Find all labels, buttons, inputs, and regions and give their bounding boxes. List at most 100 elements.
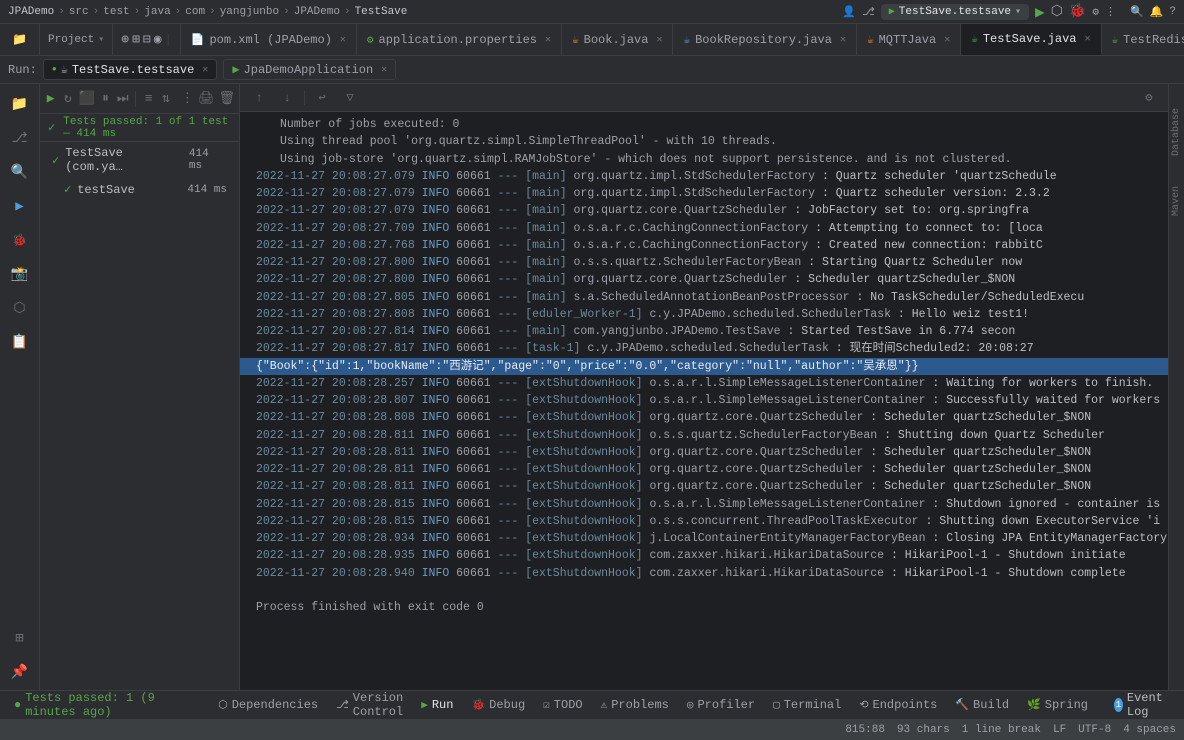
breadcrumb-src[interactable]: src <box>69 6 89 18</box>
sidebar-icon-folder[interactable]: 📁 <box>2 88 38 120</box>
run-with-coverage-icon[interactable]: ⬡ <box>1051 3 1063 20</box>
pause-button[interactable]: ⏸ <box>99 87 112 111</box>
run-app-tab[interactable]: ▶ JpaDemoApplication ✕ <box>223 59 396 80</box>
log-line: 2022-11-27 20:08:27.768 INFO 60661 --- [… <box>240 237 1168 254</box>
stop-button[interactable]: ⬛ <box>79 87 95 111</box>
search-icon[interactable]: 🔍 <box>1130 5 1144 19</box>
help-icon[interactable]: ? <box>1169 6 1176 18</box>
delete-button[interactable]: 🗑 <box>218 87 235 111</box>
breadcrumb-testsave[interactable]: TestSave <box>355 6 408 18</box>
status-position[interactable]: 815:88 <box>845 724 885 736</box>
log-line: 2022-11-27 20:08:28.934 INFO 60661 --- [… <box>240 530 1168 547</box>
log-line: 2022-11-27 20:08:28.811 INFO 60661 --- [… <box>240 478 1168 495</box>
rerun-button[interactable]: ▶ <box>44 87 57 111</box>
tab-book-java[interactable]: ☕ Book.java ✕ <box>562 24 673 55</box>
status-bar: 815:88 93 chars 1 line break LF UTF-8 4 … <box>0 718 1184 740</box>
status-encoding[interactable]: UTF-8 <box>1078 724 1111 736</box>
breadcrumb-com[interactable]: com <box>185 6 205 18</box>
test-item-1[interactable]: ✓ testSave 414 ms <box>40 178 239 201</box>
todo-btn[interactable]: ☑ TODO <box>535 696 590 714</box>
project-tab[interactable]: Project ▾ <box>40 24 113 55</box>
test-item-0[interactable]: ✓ TestSave (com.ya… 414 ms <box>40 142 239 178</box>
tab-testsave-java[interactable]: ☕ TestSave.java ✕ <box>961 24 1101 55</box>
more-icon[interactable]: ⋮ <box>1105 5 1116 19</box>
debug-btn[interactable]: 🐞 Debug <box>463 696 533 714</box>
run-active-tab[interactable]: ● ☕ TestSave.testsave ✕ <box>43 59 218 80</box>
maven-label[interactable]: Maven <box>1171 186 1182 216</box>
run-config-selector[interactable]: ▶ TestSave.testsave ▾ <box>881 4 1029 20</box>
tree-view-button[interactable]: ≡ <box>142 87 155 111</box>
scroll-down-btn[interactable]: ↓ <box>276 87 298 109</box>
event-log-dot: 1 <box>1114 698 1123 712</box>
sidebar-icon-grid[interactable]: ⊞ <box>2 622 38 654</box>
sort-button[interactable]: ⇅ <box>159 87 172 111</box>
run-btn[interactable]: ▶ Run <box>413 696 461 714</box>
toolbar-icon-4[interactable]: ◉ <box>154 32 162 47</box>
toolbar-icon-3[interactable]: ⊟ <box>143 32 151 47</box>
notification-icon[interactable]: 🔔 <box>1150 5 1164 19</box>
log-line <box>240 582 1168 599</box>
status-spaces[interactable]: 4 spaces <box>1123 724 1176 736</box>
tab-mqtt-java[interactable]: ☕ MQTTJava ✕ <box>857 24 961 55</box>
breadcrumb-jpademo[interactable]: JPADemo <box>8 6 54 18</box>
breadcrumb-java[interactable]: java <box>144 6 170 18</box>
project-icon[interactable]: 📁 <box>0 24 40 55</box>
status-test-indicator[interactable]: ● Tests passed: 1 (9 minutes ago) <box>8 689 208 721</box>
run-app-close[interactable]: ✕ <box>381 64 387 76</box>
sidebar-icon-commit[interactable]: ⎇ <box>2 122 38 154</box>
log-line: 2022-11-27 20:08:28.257 INFO 60661 --- [… <box>240 375 1168 392</box>
tab-pom-close[interactable]: ✕ <box>340 34 346 46</box>
console-output[interactable]: Number of jobs executed: 0Using thread p… <box>240 112 1168 690</box>
tab-app-close[interactable]: ✕ <box>545 34 551 46</box>
file-tabs-bar: 📁 Project ▾ ⊕ ⊞ ⊟ ◉ | 📄 pom.xml (JPADemo… <box>0 24 1184 56</box>
run-label: Run: <box>8 63 37 77</box>
user-icon[interactable]: 👤 <box>842 5 856 19</box>
breadcrumb-jpademo2[interactable]: JPADemo <box>294 6 340 18</box>
profiler-btn[interactable]: ◎ Profiler <box>679 696 763 714</box>
run-button[interactable]: ▶ <box>1035 2 1045 22</box>
sidebar-icon-debug[interactable]: 🐞 <box>2 224 38 256</box>
problems-btn[interactable]: ⚠ Problems <box>593 696 677 714</box>
settings-icon[interactable]: ⚙ <box>1092 5 1099 19</box>
tab-mqtt-close[interactable]: ✕ <box>944 34 950 46</box>
step-button[interactable]: ⏭ <box>116 87 129 111</box>
terminal-btn[interactable]: ▢ Terminal <box>765 696 849 714</box>
rerun-failed-button[interactable]: ↻ <box>61 87 74 111</box>
endpoints-btn[interactable]: ⟲ Endpoints <box>851 696 945 714</box>
tab-bookrepo-close[interactable]: ✕ <box>840 34 846 46</box>
filter-btn[interactable]: ▽ <box>339 87 361 109</box>
toolbar-icon-2[interactable]: ⊞ <box>132 32 140 47</box>
wrap-btn[interactable]: ↩ <box>311 87 333 109</box>
debug-button[interactable]: 🐞 <box>1069 3 1086 20</box>
breadcrumb-test[interactable]: test <box>103 6 129 18</box>
build-btn[interactable]: 🔨 Build <box>947 696 1017 714</box>
sidebar-icon-run[interactable]: ▶ <box>2 190 38 222</box>
dependencies-btn[interactable]: ⬡ Dependencies <box>210 696 326 714</box>
run-config-label: TestSave.testsave <box>899 6 1011 18</box>
event-log-btn[interactable]: 1 Event Log <box>1106 689 1176 721</box>
vcs-icon[interactable]: ⎇ <box>862 5 875 19</box>
scroll-up-btn[interactable]: ↑ <box>248 87 270 109</box>
toolbar-icon-1[interactable]: ⊕ <box>121 32 129 47</box>
settings-btn[interactable]: ⚙ <box>1138 87 1160 109</box>
tab-testredis[interactable]: ☕ TestRedisTempla... ✕ <box>1102 24 1184 55</box>
run-tab-close[interactable]: ✕ <box>202 64 208 76</box>
sidebar-icon-camera[interactable]: 📸 <box>2 258 38 290</box>
more-options-button[interactable]: ⋮ <box>181 87 194 111</box>
database-label[interactable]: Database <box>1171 108 1182 156</box>
print-button[interactable]: 🖨 <box>198 87 215 111</box>
status-lf[interactable]: LF <box>1053 724 1066 736</box>
sidebar-icon-git[interactable]: 📋 <box>2 326 38 358</box>
breadcrumb-yangjunbo[interactable]: yangjunbo <box>220 6 279 18</box>
sidebar-icon-search[interactable]: 🔍 <box>2 156 38 188</box>
test-item-0-icon: ✓ <box>52 153 59 168</box>
tab-book-repo[interactable]: ☕ BookRepository.java ✕ <box>673 24 856 55</box>
tab-app-properties[interactable]: ⚙ application.properties ✕ <box>357 24 562 55</box>
tab-pom-xml[interactable]: 📄 pom.xml (JPADemo) ✕ <box>181 24 357 55</box>
tab-book-close[interactable]: ✕ <box>656 34 662 46</box>
version-control-btn[interactable]: ⎇ Version Control <box>328 689 411 721</box>
tab-testsave-close[interactable]: ✕ <box>1084 33 1090 45</box>
sidebar-icon-pin[interactable]: 📌 <box>2 656 38 688</box>
spring-btn[interactable]: 🌿 Spring <box>1019 696 1096 714</box>
sidebar-icon-plugin[interactable]: ⬡ <box>2 292 38 324</box>
